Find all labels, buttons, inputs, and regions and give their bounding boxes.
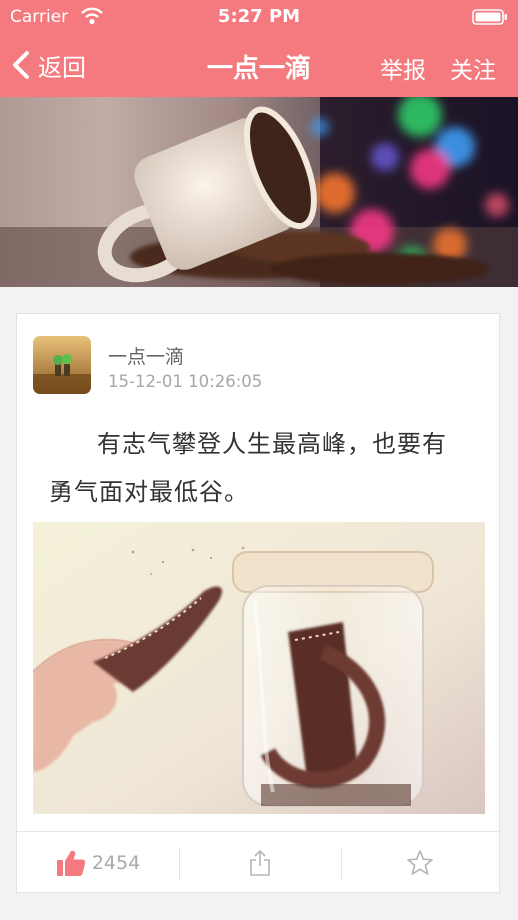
banner-image — [0, 97, 518, 287]
avatar-image — [33, 336, 91, 394]
battery-icon — [472, 9, 507, 25]
back-button[interactable]: 返回 — [10, 48, 86, 82]
coffee-cup-illustration — [0, 97, 518, 287]
chevron-left-icon — [13, 51, 29, 79]
film-jar-photo — [33, 522, 485, 814]
author-name[interactable]: 一点一滴 — [108, 342, 184, 369]
thumbs-up-icon — [56, 850, 85, 876]
share-button[interactable] — [179, 832, 341, 893]
star-icon — [407, 849, 433, 875]
report-button[interactable]: 举报 — [380, 51, 426, 85]
share-icon — [250, 849, 270, 876]
like-button[interactable]: 2454 — [17, 832, 179, 893]
like-count: 2454 — [91, 851, 141, 874]
post-text: 有志气攀登人生最高峰，也要有勇气面对最低谷。 — [49, 430, 447, 506]
post-actions-bar: 2454 — [17, 831, 499, 893]
post-photo[interactable] — [33, 522, 485, 814]
post-card: 一点一滴 15-12-01 10:26:05 有志气攀登人生最高峰，也要有勇气面… — [16, 313, 500, 893]
favorite-button[interactable] — [341, 832, 499, 893]
post-timestamp: 15-12-01 10:26:05 — [108, 372, 263, 391]
follow-button[interactable]: 关注 — [450, 51, 496, 85]
status-bar: Carrier 5:27 PM — [0, 0, 518, 34]
navigation-bar: 返回 一点一滴 举报 关注 — [0, 34, 518, 97]
clock: 5:27 PM — [217, 6, 301, 27]
avatar[interactable] — [33, 336, 91, 394]
back-label: 返回 — [38, 53, 86, 82]
